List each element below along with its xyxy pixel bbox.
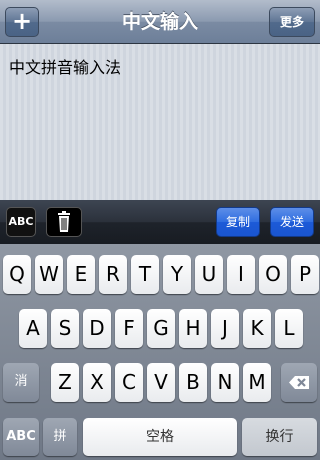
key-a[interactable]: A — [19, 309, 47, 348]
abc-toggle-button[interactable]: ABC — [6, 207, 36, 237]
trash-icon — [47, 208, 81, 236]
editor-text: 中文拼音输入法 — [9, 58, 122, 77]
key-r[interactable]: R — [99, 255, 127, 294]
add-button[interactable]: + — [5, 7, 39, 37]
backspace-icon — [281, 363, 317, 402]
input-toolbar: ABC 复制 发送 — [0, 200, 320, 244]
page-title: 中文输入 — [121, 11, 198, 33]
copy-button[interactable]: 复制 — [216, 207, 260, 237]
key-e[interactable]: E — [67, 255, 95, 294]
key-k[interactable]: K — [243, 309, 271, 348]
more-button[interactable]: 更多 — [269, 7, 315, 37]
key-v[interactable]: V — [147, 363, 175, 402]
space-key[interactable]: 空格 — [83, 418, 237, 456]
key-i[interactable]: I — [227, 255, 255, 294]
clear-key[interactable]: 消 — [3, 363, 39, 402]
key-j[interactable]: J — [211, 309, 239, 348]
abc-key[interactable]: ABC — [3, 418, 39, 456]
pinyin-key[interactable]: 拼 — [43, 418, 77, 456]
key-h[interactable]: H — [179, 309, 207, 348]
key-w[interactable]: W — [35, 255, 63, 294]
key-z[interactable]: Z — [51, 363, 79, 402]
send-button[interactable]: 发送 — [270, 207, 314, 237]
key-x[interactable]: X — [83, 363, 111, 402]
key-f[interactable]: F — [115, 309, 143, 348]
key-n[interactable]: N — [211, 363, 239, 402]
return-key[interactable]: 换行 — [242, 418, 317, 456]
keyboard: Q W E R T Y U I O P A S D F G H J K L 消 … — [0, 244, 320, 460]
key-u[interactable]: U — [195, 255, 223, 294]
key-m[interactable]: M — [243, 363, 271, 402]
key-q[interactable]: Q — [3, 255, 31, 294]
trash-button[interactable] — [46, 207, 82, 237]
key-c[interactable]: C — [115, 363, 143, 402]
backspace-key[interactable] — [281, 363, 317, 402]
navigation-bar: + 中文输入 更多 — [0, 0, 320, 44]
key-o[interactable]: O — [259, 255, 287, 294]
key-s[interactable]: S — [51, 309, 79, 348]
key-l[interactable]: L — [275, 309, 303, 348]
key-d[interactable]: D — [83, 309, 111, 348]
key-g[interactable]: G — [147, 309, 175, 348]
key-t[interactable]: T — [131, 255, 159, 294]
key-b[interactable]: B — [179, 363, 207, 402]
key-y[interactable]: Y — [163, 255, 191, 294]
key-p[interactable]: P — [291, 255, 319, 294]
text-editor[interactable]: 中文拼音输入法 — [0, 44, 320, 200]
